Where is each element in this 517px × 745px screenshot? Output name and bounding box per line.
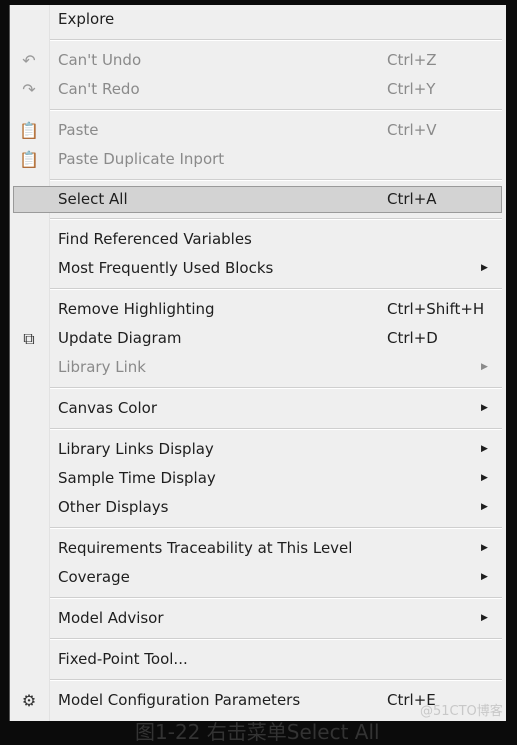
context-menu: Explore ↶ Can't Undo Ctrl+Z ↷ Can't Redo Ctrl+…	[9, 5, 506, 721]
shortcut-label: Ctrl+A	[387, 190, 437, 208]
menu-item-select-all[interactable]: Select All Ctrl+A	[13, 186, 502, 213]
menu-item-label: Model Advisor	[58, 609, 164, 627]
menu-separator	[10, 633, 506, 645]
menu-item-library-links-display[interactable]: Library Links Display ▶	[10, 435, 506, 464]
submenu-arrow-icon: ▶	[481, 572, 488, 582]
menu-item-requirements-traceability-at-this-level[interactable]: Requirements Traceability at This Level ▶	[10, 534, 506, 563]
submenu-arrow-icon: ▶	[481, 444, 488, 454]
menu-item-most-frequently-used-blocks[interactable]: Most Frequently Used Blocks ▶	[10, 254, 506, 283]
menu-separator	[10, 213, 506, 225]
update-diagram-icon: ⧉	[23, 329, 35, 348]
paste-icon: 📋	[19, 121, 39, 140]
menu-separator	[10, 382, 506, 394]
menu-separator	[10, 592, 506, 604]
menu-item-fixed-point-tool[interactable]: Fixed-Point Tool...	[10, 645, 506, 674]
shortcut-label: Ctrl+V	[387, 121, 437, 139]
menu-item-label: Requirements Traceability at This Level	[58, 539, 353, 557]
menu-item-model-advisor[interactable]: Model Advisor ▶	[10, 604, 506, 633]
menu-item-label: Find Referenced Variables	[58, 230, 252, 248]
menu-item-paste: 📋 Paste Ctrl+V	[10, 116, 506, 145]
menu-item-find-referenced-variables[interactable]: Find Referenced Variables	[10, 225, 506, 254]
menu-item-coverage[interactable]: Coverage ▶	[10, 563, 506, 592]
shortcut-label: Ctrl+D	[387, 329, 438, 347]
watermark: @51CTO博客	[420, 704, 503, 719]
shortcut-label: Ctrl+Y	[387, 80, 436, 98]
menu-item-label: Remove Highlighting	[58, 300, 215, 318]
menu-item-canvas-color[interactable]: Canvas Color ▶	[10, 394, 506, 423]
menu-separator	[10, 522, 506, 534]
menu-item-label: Explore	[58, 10, 115, 28]
menu-item-update-diagram[interactable]: ⧉ Update Diagram Ctrl+D	[10, 324, 506, 353]
submenu-arrow-icon: ▶	[481, 403, 488, 413]
menu-separator	[10, 174, 506, 186]
menu-item-label: Sample Time Display	[58, 469, 216, 487]
paste-icon: 📋	[19, 150, 39, 169]
menu-separator	[10, 283, 506, 295]
menu-item-label: Library Link	[58, 358, 146, 376]
menu-separator	[10, 674, 506, 686]
menu-item-label: Canvas Color	[58, 399, 157, 417]
menu-item-label: Update Diagram	[58, 329, 182, 347]
menu-separator	[10, 104, 506, 116]
shortcut-label: Ctrl+Z	[387, 51, 437, 69]
submenu-arrow-icon: ▶	[481, 502, 488, 512]
submenu-arrow-icon: ▶	[481, 473, 488, 483]
menu-item-label: Coverage	[58, 568, 130, 586]
menu-item-library-link: Library Link ▶	[10, 353, 506, 382]
menu-item-sample-time-display[interactable]: Sample Time Display ▶	[10, 464, 506, 493]
submenu-arrow-icon: ▶	[481, 543, 488, 553]
menu-item-explore[interactable]: Explore	[10, 5, 506, 34]
menu-item-label: Can't Redo	[58, 80, 140, 98]
menu-item-can-t-undo: ↶ Can't Undo Ctrl+Z	[10, 46, 506, 75]
menu-item-label: Fixed-Point Tool...	[58, 650, 188, 668]
undo-icon: ↶	[22, 51, 36, 70]
shortcut-label: Ctrl+Shift+H	[387, 300, 485, 318]
menu-item-label: Select All	[58, 190, 128, 208]
menu-item-can-t-redo: ↷ Can't Redo Ctrl+Y	[10, 75, 506, 104]
menu-item-label: Model Configuration Parameters	[58, 691, 301, 709]
submenu-arrow-icon: ▶	[481, 362, 488, 372]
submenu-arrow-icon: ▶	[481, 263, 488, 273]
menu-item-label: Can't Undo	[58, 51, 142, 69]
menu-item-other-displays[interactable]: Other Displays ▶	[10, 493, 506, 522]
menu-item-label: Other Displays	[58, 498, 169, 516]
redo-icon: ↷	[22, 80, 36, 99]
gear-icon: ⚙	[21, 691, 37, 710]
menu-separator	[10, 34, 506, 46]
menu-item-paste-duplicate-inport: 📋 Paste Duplicate Inport	[10, 145, 506, 174]
menu-item-label: Paste	[58, 121, 99, 139]
submenu-arrow-icon: ▶	[481, 613, 488, 623]
menu-separator	[10, 423, 506, 435]
menu-item-label: Most Frequently Used Blocks	[58, 259, 274, 277]
menu-item-label: Paste Duplicate Inport	[58, 150, 225, 168]
menu-item-remove-highlighting[interactable]: Remove Highlighting Ctrl+Shift+H	[10, 295, 506, 324]
menu-item-label: Library Links Display	[58, 440, 214, 458]
